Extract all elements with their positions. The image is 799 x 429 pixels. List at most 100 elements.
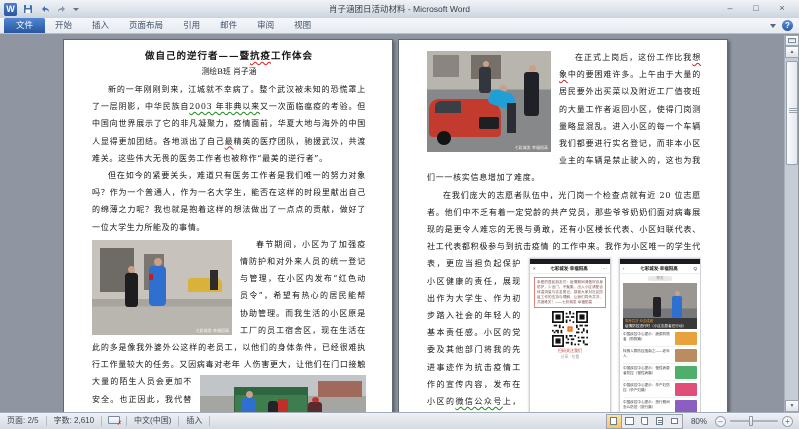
feed-item-title: 中国疾控中心提示：旅行期间怎么防范（旅行篇） xyxy=(623,400,673,412)
zoom-slider[interactable] xyxy=(730,420,778,422)
fullscreen-reading-view-button[interactable] xyxy=(622,415,637,428)
close-icon: × xyxy=(533,260,536,277)
outline-view-button[interactable] xyxy=(652,415,667,428)
photo-temperature-check[interactable]: 七彩城发·幸福阳高 xyxy=(92,240,232,335)
photo-volunteer-figure xyxy=(149,266,166,306)
scan-tip-text: 扫码关注我们 xyxy=(530,347,610,354)
phone-screenshots[interactable]: × 七彩城发·幸福阳高 ··· 亲爱的居民朋友们：疫情期间请做好自身防护，少出门… xyxy=(529,258,701,412)
text-run-grammar: 微信公众号 xyxy=(455,397,502,406)
photo-bystander-figure xyxy=(479,67,491,93)
page-indicator[interactable]: 页面: 2/5 xyxy=(0,413,46,429)
scroll-up-button[interactable]: ▲ xyxy=(785,46,799,58)
tab-insert[interactable]: 插入 xyxy=(82,18,119,33)
document-page-1[interactable]: 做自己的逆行者——暨抗疫工作体会 测绘B班 肖子涵 新的一年刚刚到来，江城就不幸… xyxy=(63,39,393,412)
ribbon-expand-icon[interactable] xyxy=(770,24,776,28)
photo-far-buildings xyxy=(318,381,362,397)
undo-icon[interactable] xyxy=(38,3,51,16)
outline-icon xyxy=(656,417,663,425)
photo-car-registration[interactable]: 七彩城发·幸福阳高 xyxy=(427,51,551,152)
document-title: 做自己的逆行者——暨抗疫工作体会 xyxy=(92,49,366,64)
account-title: 七彩城发·幸福阳高 xyxy=(550,260,588,277)
paragraph-2[interactable]: 但在如今的紧要关头，难道只有医务工作者是我们唯一的努力对象吗？作为一个普通人，作… xyxy=(92,167,366,236)
paragraph-5[interactable]: 在我们庞大的志愿者队伍中，光门岗一个检查点就有近 20 位志愿者。他们中不乏有着… xyxy=(427,187,701,412)
separator xyxy=(101,416,102,426)
help-button[interactable]: ? xyxy=(782,20,793,31)
photo-volunteer-head xyxy=(154,258,162,266)
ribbon-tab-row: 文件 开始 插入 页面布局 引用 邮件 审阅 视图 ? xyxy=(0,18,799,34)
vertical-scrollbar[interactable]: ▲ ▼ xyxy=(784,35,798,412)
paragraph-4[interactable]: 七彩城发·幸福阳高 在正式上岗后，这份工作比我想象中的要困难许多。上午由于大量的… xyxy=(427,49,701,187)
photo-bystander xyxy=(210,270,218,290)
tab-references[interactable]: 引用 xyxy=(173,18,210,33)
text-run: 但在如今的紧要关头，难道只有医务工作者是我们唯一的努力对象吗？作为一个普通人，作… xyxy=(92,171,366,232)
insert-mode-indicator[interactable]: 插入 xyxy=(179,413,209,429)
close-button[interactable]: × xyxy=(769,2,795,16)
tab-page-layout[interactable]: 页面布局 xyxy=(119,18,173,33)
word-count[interactable]: 字数: 2,610 xyxy=(47,413,101,429)
scrollbar-thumb[interactable] xyxy=(786,61,798,165)
photo-watermark: 七彩城发·幸福阳高 xyxy=(515,145,548,150)
feed-header: ‹ 七彩城发·幸福阳高 Q xyxy=(620,264,700,274)
tab-mailings[interactable]: 邮件 xyxy=(210,18,247,33)
redo-icon[interactable] xyxy=(55,3,68,16)
qat-dropdown-icon[interactable] xyxy=(73,8,79,11)
feed-item: 中国疾控中心提示：慢性病患者防控（慢性病篇） xyxy=(623,364,697,381)
draft-view-button[interactable] xyxy=(667,415,682,428)
proofing-error-mark: ✗ xyxy=(117,421,122,427)
notice-text-box: 亲爱的居民朋友们：疫情期间请做好自身防护，少出门、不聚集，出入小区请配合体温测量… xyxy=(534,277,606,308)
draft-icon xyxy=(671,418,678,424)
screenshot-wechat-article[interactable]: × 七彩城发·幸福阳高 ··· 亲爱的居民朋友们：疫情期间请做好自身防护，少出门… xyxy=(529,258,611,412)
document-area: 做自己的逆行者——暨抗疫工作体会 测绘B班 肖子涵 新的一年刚刚到来，江城就不幸… xyxy=(0,35,799,412)
feed-item-title: 中国疾控中心提示：蔬菜购物者（购物篇） xyxy=(623,332,673,345)
article-header: × 七彩城发·幸福阳高 ··· xyxy=(530,264,610,274)
photo-street-registration[interactable]: 七彩城发·幸福阳高 xyxy=(200,375,366,412)
maximize-button[interactable]: □ xyxy=(743,2,769,16)
photo-guard-figure xyxy=(268,401,278,412)
status-bar: 页面: 2/5 字数: 2,610 ✗ 中文(中国) 插入 80% – + xyxy=(0,412,799,429)
title-run-misspelled: 抗疫 xyxy=(250,51,271,62)
print-layout-icon xyxy=(610,417,617,425)
tab-review[interactable]: 审阅 xyxy=(247,18,284,33)
zoom-in-button[interactable]: + xyxy=(782,416,793,427)
feed-item-title: 特殊人群防控指南之——老年人 xyxy=(623,349,673,362)
feed-item-thumbnail xyxy=(675,400,697,412)
photo-volunteer-figure xyxy=(241,398,256,412)
language-indicator[interactable]: 中文(中国) xyxy=(127,413,178,429)
feed-item-thumbnail xyxy=(675,332,697,345)
tab-view[interactable]: 视图 xyxy=(284,18,321,33)
minimize-button[interactable]: – xyxy=(717,2,743,16)
feed-item-thumbnail xyxy=(675,366,697,379)
view-switcher xyxy=(606,414,683,429)
zoom-level-button[interactable]: 80% xyxy=(687,417,711,426)
paragraph-1[interactable]: 新的一年刚刚到来，江城就不幸病了。整个武汉被未知的恐慌罩上了一层阴影，中华民族自… xyxy=(92,81,366,167)
proofing-status-icon[interactable]: ✗ xyxy=(108,416,120,426)
document-page-2[interactable]: 七彩城发·幸福阳高 在正式上岗后，这份工作比我想象中的要困难许多。上午由于大量的… xyxy=(398,39,728,412)
feed-item-title: 中国疾控中心提示：慢性病患者防控（慢性病篇） xyxy=(623,366,673,379)
paragraph-3[interactable]: 七彩城发·幸福阳高 春节期间，小区为了加强疫情防护和对外来人员的统一登记与管理，… xyxy=(92,236,366,412)
card-caption: 同舟共济 众志成城 疫情防控进行时（小区志愿者在行动） xyxy=(623,318,697,329)
title-run: 做自己的逆行者——暨 xyxy=(145,51,250,62)
save-icon[interactable] xyxy=(21,3,34,16)
web-layout-view-button[interactable] xyxy=(637,415,652,428)
zoom-out-button[interactable]: – xyxy=(715,416,726,427)
tab-file[interactable]: 文件 xyxy=(4,18,45,33)
search-icon: Q xyxy=(693,260,697,277)
screenshot-wechat-account-feed[interactable]: ‹ 七彩城发·幸福阳高 Q 昨天 同舟共济 众志成城 疫情防控进行时（小区志愿者… xyxy=(619,258,701,412)
word-app-icon[interactable]: W xyxy=(4,3,17,16)
scroll-down-button[interactable]: ▼ xyxy=(785,400,799,412)
feed-item-thumbnail xyxy=(675,383,697,396)
photo-windshield xyxy=(435,101,461,113)
ruler-toggle-button[interactable] xyxy=(785,35,799,46)
tab-home[interactable]: 开始 xyxy=(45,18,82,33)
text-run-misspelled: 最 xyxy=(225,137,234,146)
feed-item: 特殊人群防控指南之——老年人 xyxy=(623,347,697,364)
text-run: 在正式上岗后，这份工作比我 xyxy=(575,53,692,62)
print-layout-view-button[interactable] xyxy=(607,415,622,428)
feed-item: 中国疾控中心提示：旅行期间怎么防范（旅行篇） xyxy=(623,398,697,412)
zoom-slider-handle[interactable] xyxy=(749,416,753,426)
photo-wheel xyxy=(437,131,451,145)
window-title: 肖子涵团日活动材料 - Microsoft Word xyxy=(0,3,799,15)
title-bar: W 肖子涵团日活动材料 - Microsoft Word – □ × xyxy=(0,0,799,18)
photo-resident-figure xyxy=(524,72,539,116)
web-layout-icon xyxy=(641,417,648,425)
